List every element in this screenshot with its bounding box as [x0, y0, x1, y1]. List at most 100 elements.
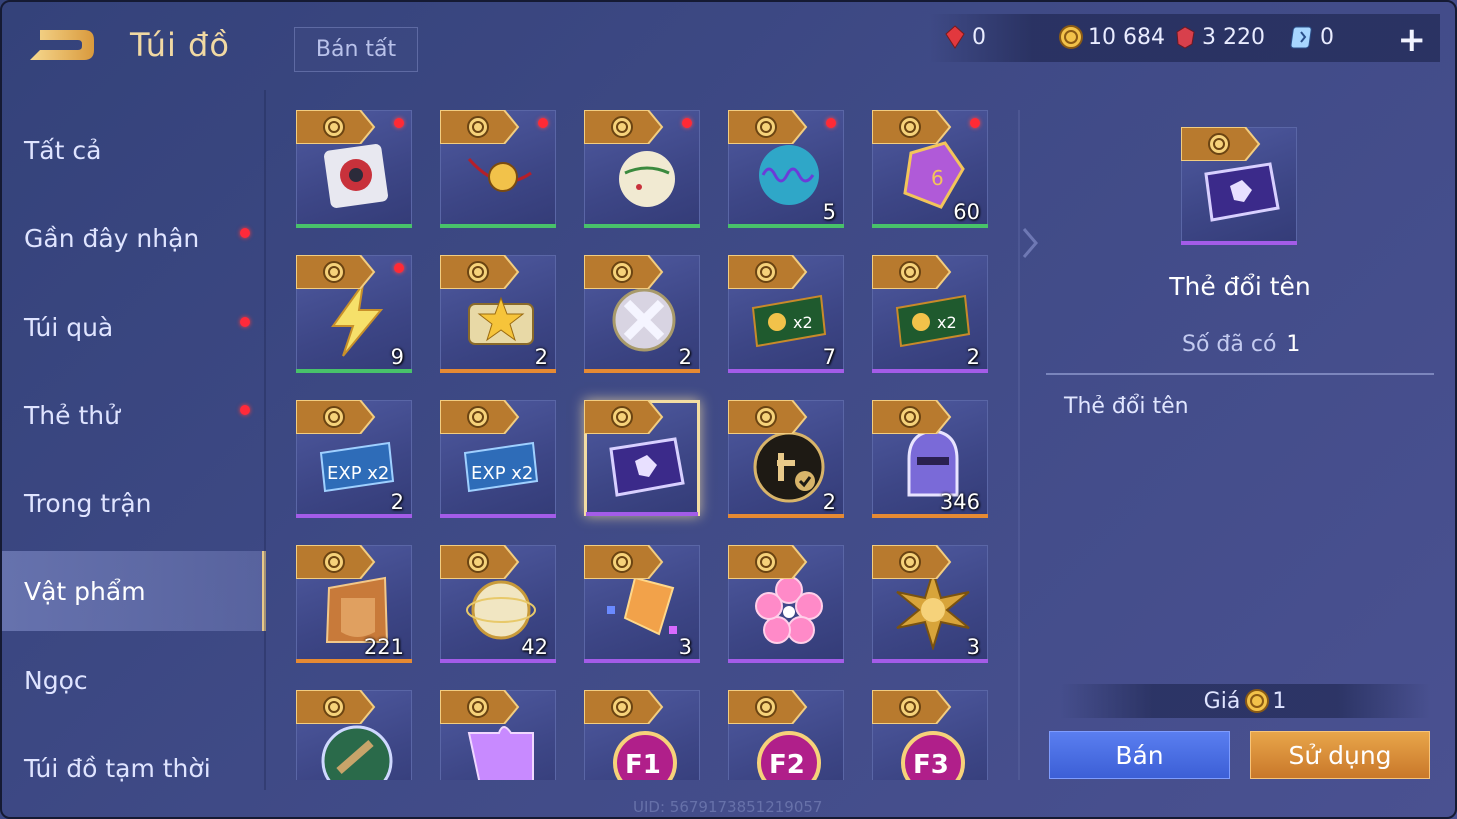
inventory-item[interactable]: 2	[728, 400, 844, 518]
inventory-item[interactable]: 9	[296, 255, 412, 373]
item-quantity: 2	[822, 490, 836, 514]
rarity-bar	[728, 224, 844, 228]
currency-value: 0	[1320, 24, 1334, 50]
gold-tag-icon	[728, 110, 808, 144]
exp-x2-card-icon: EXP x2	[319, 441, 395, 493]
inventory-item[interactable]: EXP x2	[440, 400, 556, 518]
user-id: UID: 5679173851219057	[633, 798, 823, 816]
notification-dot	[538, 118, 548, 128]
rename-card-icon	[1204, 162, 1280, 222]
svg-text:x2: x2	[793, 313, 813, 332]
sell-all-button[interactable]: Bán tất	[294, 27, 418, 72]
notification-dot	[970, 118, 980, 128]
gold-x2-card-icon: x2	[751, 294, 827, 348]
inventory-item[interactable]: F3	[872, 690, 988, 780]
red-gem-icon	[945, 25, 965, 49]
sidebar-item-label: Tất cả	[24, 135, 102, 165]
gold-tag-icon	[296, 400, 376, 434]
sidebar-item-label: Trong trận	[24, 488, 152, 518]
inventory-item[interactable]	[584, 400, 700, 516]
use-button[interactable]: Sử dụng	[1250, 731, 1430, 779]
inventory-item[interactable]: 5	[728, 110, 844, 228]
gold-tag-icon	[872, 255, 952, 289]
gold-coin-icon	[1245, 689, 1270, 713]
inventory-item[interactable]: 221	[296, 545, 412, 663]
rarity-bar	[296, 369, 412, 373]
gold-tag-icon	[296, 110, 376, 144]
sidebar-item-label: Gần đây nhận	[24, 223, 200, 253]
sidebar-item-temp-bag[interactable]: Túi đồ tạm thời	[0, 728, 266, 808]
sidebar-item-items[interactable]: Vật phẩm	[0, 551, 266, 631]
rarity-bar	[296, 514, 412, 518]
sidebar-item-trial-cards[interactable]: Thẻ thử	[0, 375, 266, 455]
rarity-bar	[584, 659, 700, 663]
svg-text:F2: F2	[769, 750, 805, 780]
inventory-item[interactable]: x2 2	[872, 255, 988, 373]
inventory-item[interactable]	[296, 690, 412, 780]
rarity-bar	[440, 369, 556, 373]
back-button[interactable]	[26, 24, 98, 66]
owned-label: Số đã có	[1182, 332, 1277, 357]
inventory-item[interactable]: 42	[440, 545, 556, 663]
star-ticket-icon	[468, 296, 534, 345]
sidebar-item-in-match[interactable]: Trong trận	[0, 463, 266, 543]
gold-tag-icon	[584, 690, 664, 724]
svg-text:EXP x2: EXP x2	[471, 463, 533, 484]
gold-tag-icon	[584, 255, 664, 289]
inventory-item[interactable]	[440, 690, 556, 780]
gold-tag-icon	[584, 545, 664, 579]
sidebar-item-recent[interactable]: Gần đây nhận	[0, 198, 266, 278]
chevron-right-icon	[1022, 228, 1038, 258]
ornament-ball-icon	[619, 151, 675, 207]
inventory-item[interactable]	[440, 110, 556, 228]
gold-tag-icon	[872, 690, 952, 724]
notification-dot	[394, 118, 404, 128]
item-quantity: 2	[966, 345, 980, 369]
inventory-item[interactable]	[584, 110, 700, 228]
gold-coin-icon	[1059, 25, 1083, 49]
detail-divider	[1046, 373, 1434, 375]
gold-tag-icon	[296, 545, 376, 579]
currency-voucher: 0	[1290, 24, 1334, 50]
sidebar-item-gems[interactable]: Ngọc	[0, 640, 266, 720]
sakura-icon	[755, 576, 823, 644]
svg-text:x2: x2	[937, 313, 957, 332]
add-currency-button[interactable]: +	[1398, 20, 1427, 60]
inventory-item[interactable]: 3	[872, 545, 988, 663]
inventory-item[interactable]: F2	[728, 690, 844, 780]
sidebar-item-label: Ngọc	[24, 665, 88, 695]
inventory-item[interactable]: 6 60	[872, 110, 988, 228]
inventory-item[interactable]: 346	[872, 400, 988, 518]
cross-orb-icon	[612, 288, 676, 352]
inventory-item[interactable]: F1	[584, 690, 700, 780]
sell-button[interactable]: Bán	[1049, 731, 1230, 779]
owned-count: Số đã có 1	[1182, 332, 1300, 357]
detail-item-icon	[1181, 127, 1297, 245]
inventory-item[interactable]: 2	[440, 255, 556, 373]
gold-tag-icon	[584, 110, 664, 144]
item-quantity: 9	[390, 345, 404, 369]
item-quantity: 3	[966, 635, 980, 659]
item-quantity: 2	[534, 345, 548, 369]
inventory-item[interactable]: 2	[584, 255, 700, 373]
sidebar-divider	[264, 90, 266, 790]
inventory-item[interactable]: 3	[584, 545, 700, 663]
currency-value: 10 684	[1088, 24, 1165, 50]
sidebar-item-label: Thẻ thử	[24, 400, 120, 430]
inventory-item[interactable]	[296, 110, 412, 228]
sidebar-item-gift-bags[interactable]: Túi quà	[0, 287, 266, 367]
gold-tag-icon	[872, 400, 952, 434]
currency-red-gem: 0	[942, 24, 986, 50]
sidebar-item-all[interactable]: Tất cả	[0, 110, 266, 190]
pendant-icon	[467, 158, 532, 192]
rarity-bar	[872, 514, 988, 518]
panel-divider	[1018, 110, 1020, 780]
notification-dot	[394, 263, 404, 273]
crystal-shard-icon	[607, 576, 677, 636]
inventory-item[interactable]	[728, 545, 844, 663]
rarity-bar	[872, 369, 988, 373]
sun-emblem-icon	[896, 568, 970, 650]
inventory-item[interactable]: EXP x2 2	[296, 400, 412, 518]
gold-tag-icon	[584, 400, 664, 434]
inventory-item[interactable]: x2 7	[728, 255, 844, 373]
